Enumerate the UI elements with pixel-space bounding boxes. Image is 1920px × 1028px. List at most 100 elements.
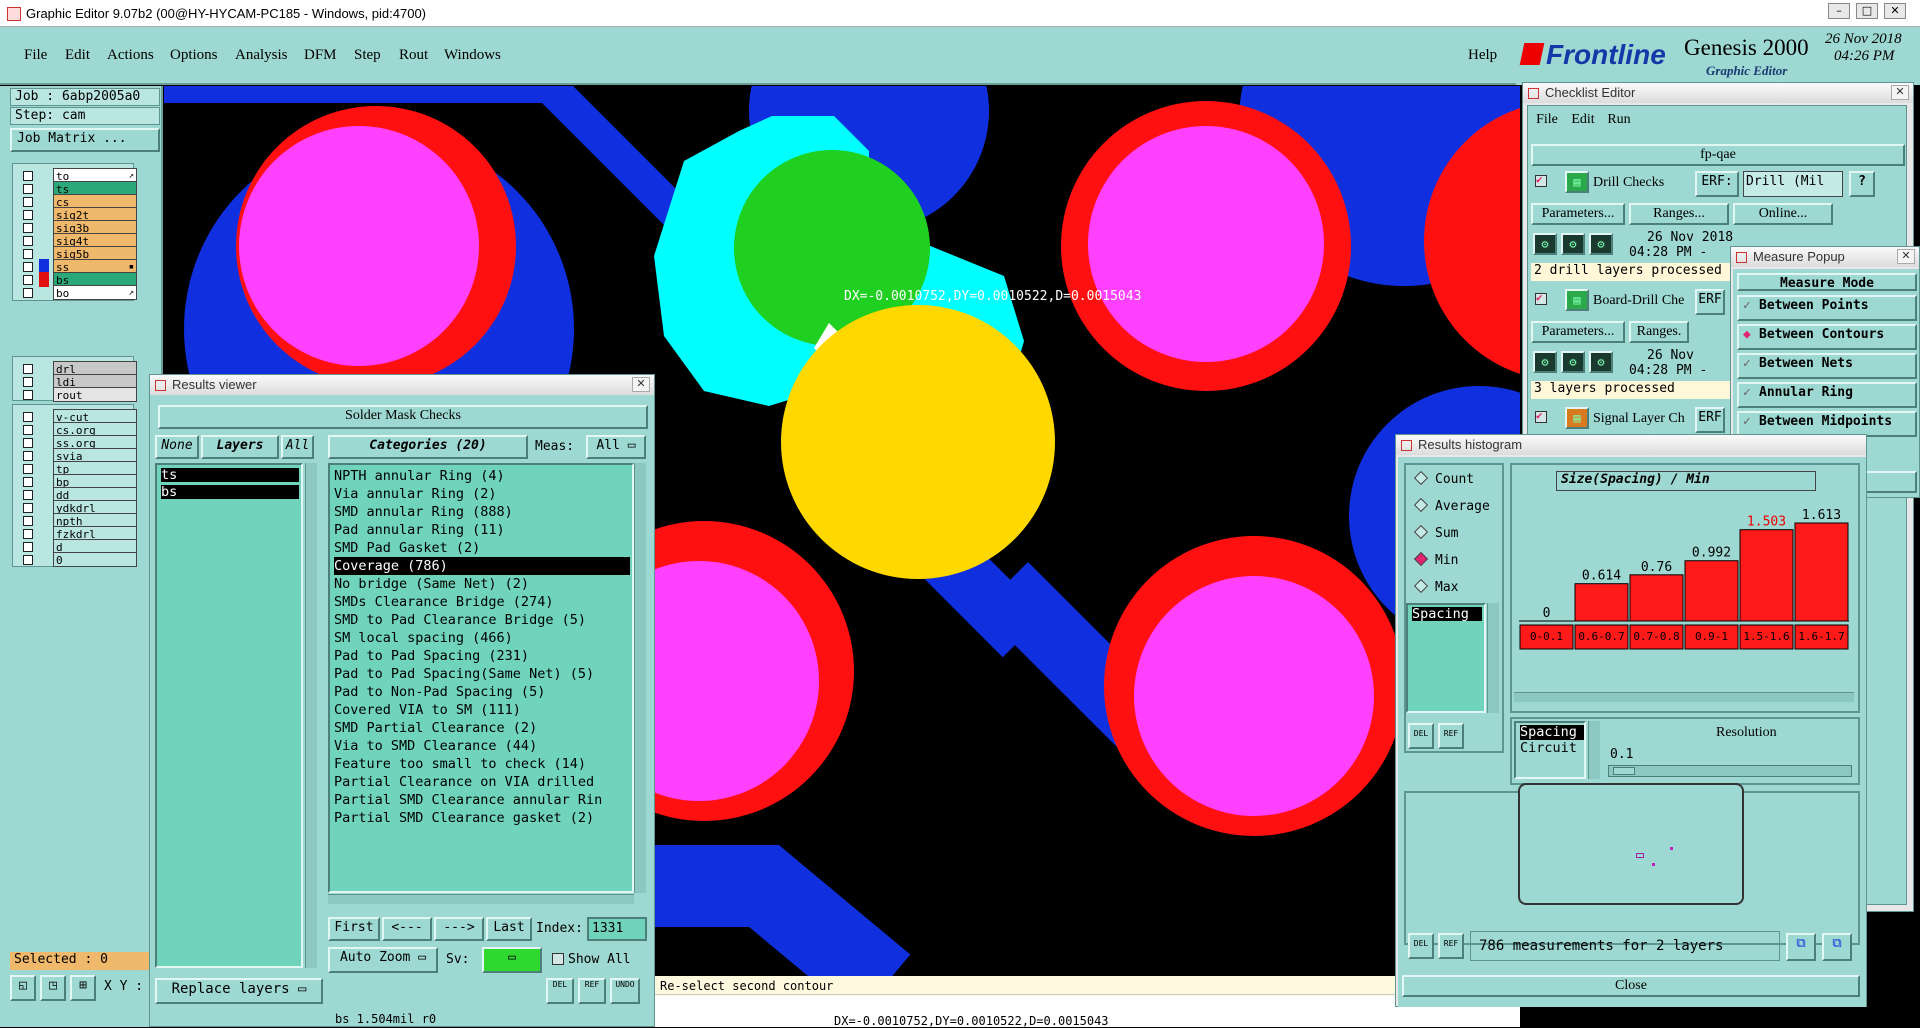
checklist-menu-run[interactable]: Run [1603, 111, 1635, 139]
category-item[interactable]: SMD annular Ring (888) [334, 503, 630, 521]
categories-button[interactable]: Categories (20) [328, 435, 528, 459]
categories-list[interactable]: NPTH annular Ring (4) Via annular Ring (2… [328, 463, 634, 893]
spacing-item[interactable]: Spacing [1520, 725, 1584, 740]
menu-options[interactable]: Options [170, 47, 218, 64]
spacing-circuit-list[interactable]: Spacing Circuit [1514, 721, 1586, 779]
layer-checkbox[interactable] [23, 184, 33, 194]
all-button[interactable]: All [281, 435, 314, 459]
menu-actions[interactable]: Actions [107, 47, 154, 64]
average-radio[interactable]: Average [1413, 497, 1490, 516]
checklist-menu-edit[interactable]: Edit [1567, 111, 1599, 139]
resolution-slider[interactable] [1608, 765, 1852, 777]
resolution-slider-handle[interactable] [1613, 767, 1635, 775]
run-icon[interactable]: ⚙ [1589, 233, 1613, 255]
del-button[interactable]: DEL [546, 978, 574, 1004]
layer-checkbox[interactable] [23, 223, 33, 233]
snap-icon[interactable]: ◱ [10, 975, 36, 1001]
close-button[interactable]: ✕ [1884, 3, 1906, 19]
histogram-scrollbar[interactable] [1514, 692, 1854, 702]
max-radio[interactable]: Max [1413, 578, 1458, 597]
online-button[interactable]: Online... [1733, 203, 1833, 225]
layer-name[interactable]: rout [53, 387, 137, 402]
layer-result-item[interactable]: ts [161, 468, 299, 482]
menu-windows[interactable]: Windows [444, 47, 501, 64]
run-icon[interactable]: ⚙ [1533, 351, 1557, 373]
ref-button[interactable]: REF [578, 978, 606, 1004]
layer-checkbox[interactable] [23, 477, 33, 487]
layer-checkbox[interactable] [23, 503, 33, 513]
attribute-item[interactable]: Spacing [1412, 607, 1482, 621]
first-button[interactable]: First [328, 917, 380, 941]
attribute-list[interactable]: Spacing [1406, 603, 1486, 713]
crosshair-icon[interactable]: ⊞ [70, 975, 96, 1001]
category-item[interactable]: Feature too small to check (14) [334, 755, 630, 773]
category-item[interactable]: NPTH annular Ring (4) [334, 467, 630, 485]
menu-edit[interactable]: Edit [65, 47, 90, 64]
hist-ref-button[interactable]: REF [1438, 723, 1464, 749]
layer-color-swatch[interactable] [39, 387, 49, 402]
auto-zoom-select[interactable]: Auto Zoom ▭ [328, 947, 438, 973]
category-item[interactable]: SMD Partial Clearance (2) [334, 719, 630, 737]
spacing-scrollbar[interactable] [1588, 721, 1600, 779]
none-button[interactable]: None [155, 435, 199, 459]
preview-area[interactable] [1518, 783, 1744, 905]
category-item[interactable]: Coverage (786) [334, 557, 630, 575]
layer-checkbox[interactable] [23, 171, 33, 181]
category-item[interactable]: SMD Pad Gasket (2) [334, 539, 630, 557]
hist-del-button[interactable]: DEL [1408, 723, 1434, 749]
parameters-button[interactable]: Parameters... [1531, 321, 1625, 343]
histogram-close-button[interactable]: Close [1402, 975, 1860, 997]
checklist-close[interactable]: ✕ [1891, 85, 1909, 100]
category-item[interactable]: Pad to Pad Spacing(Same Net) (5) [334, 665, 630, 683]
layer-checkbox[interactable] [23, 542, 33, 552]
count-radio[interactable]: Count [1413, 470, 1474, 489]
sum-radio[interactable]: Sum [1413, 524, 1458, 543]
category-item[interactable]: No bridge (Same Net) (2) [334, 575, 630, 593]
category-item[interactable]: Pad to Non-Pad Spacing (5) [334, 683, 630, 701]
layer-checkbox[interactable] [23, 464, 33, 474]
layer-name[interactable]: bo ↗ [53, 285, 137, 300]
layer-list-scrollbar[interactable] [305, 463, 317, 968]
layer-checkbox[interactable] [23, 364, 33, 374]
histogram-bar[interactable] [1629, 574, 1684, 622]
results-viewer-close[interactable]: ✕ [632, 377, 650, 392]
measure-mode-item[interactable]: ◆ Between Contours [1737, 324, 1917, 350]
replace-layers-select[interactable]: Replace layers ▭ [155, 978, 323, 1004]
last-button[interactable]: Last [486, 917, 532, 941]
hist-del2-button[interactable]: DEL [1408, 933, 1434, 959]
layer-checkbox[interactable] [23, 210, 33, 220]
category-item[interactable]: Via to SMD Clearance (44) [334, 737, 630, 755]
parameters-button[interactable]: Parameters... [1531, 203, 1625, 225]
hist-ref2-button[interactable]: REF [1438, 933, 1464, 959]
layer-checkbox[interactable] [23, 390, 33, 400]
prev-button[interactable]: <--- [382, 917, 432, 941]
layer-row-bo[interactable]: bo ↗ [17, 285, 137, 300]
zoom-out-icon[interactable]: ⧉ [1822, 933, 1852, 961]
categories-scrollbar[interactable] [634, 463, 646, 893]
histogram-bar[interactable] [1739, 529, 1794, 622]
show-all-checkbox[interactable] [552, 953, 564, 965]
next-button[interactable]: ---> [434, 917, 484, 941]
grid-snap-icon[interactable]: ◳ [40, 975, 66, 1001]
measure-mode-item[interactable]: ✓ Between Nets [1737, 353, 1917, 379]
layer-checkbox[interactable] [23, 412, 33, 422]
category-item[interactable]: Partial SMD Clearance annular Rin [334, 791, 630, 809]
run-icon[interactable]: ⚙ [1561, 233, 1585, 255]
measure-close-icon[interactable]: ✕ [1897, 249, 1915, 264]
histogram-bar[interactable] [1684, 560, 1739, 622]
layer-result-item[interactable]: bs [161, 485, 299, 499]
min-radio[interactable]: Min [1413, 551, 1458, 570]
signal-checkbox[interactable] [1535, 409, 1547, 423]
layer-checkbox[interactable] [23, 275, 33, 285]
layer-color-swatch[interactable] [39, 285, 49, 300]
layer-checkbox[interactable] [23, 451, 33, 461]
layer-checkbox[interactable] [23, 490, 33, 500]
menu-help[interactable]: Help [1468, 47, 1497, 64]
menu-rout[interactable]: Rout [399, 47, 428, 64]
sv-color-select[interactable]: ▭ [482, 947, 542, 973]
layer-checkbox[interactable] [23, 529, 33, 539]
layer-checkbox[interactable] [23, 377, 33, 387]
layer-row-0[interactable]: 0 [17, 552, 137, 567]
layer-checkbox[interactable] [23, 555, 33, 565]
layer-checkbox[interactable] [23, 288, 33, 298]
